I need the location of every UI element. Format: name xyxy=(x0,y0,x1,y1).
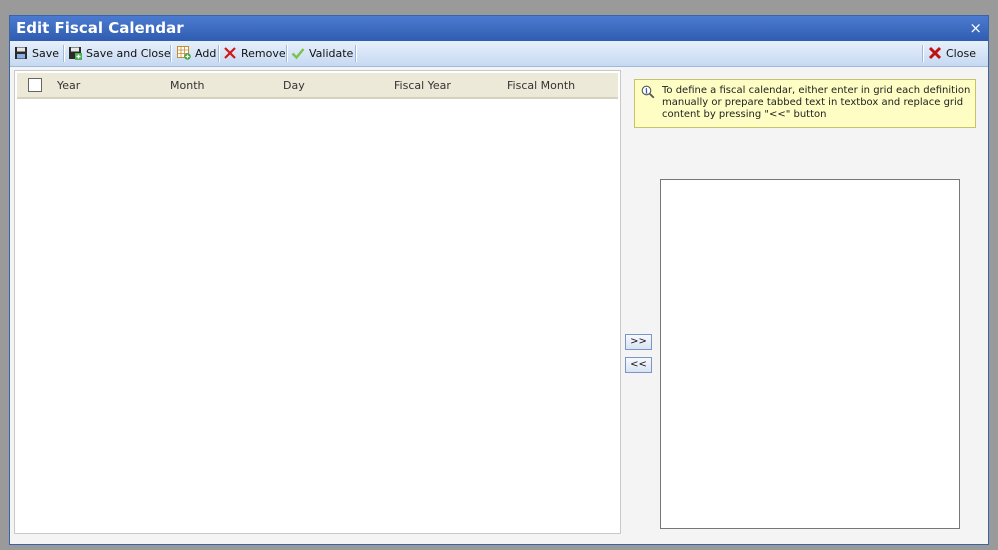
column-header-month[interactable]: Month xyxy=(170,79,204,92)
save-and-close-label: Save and Close xyxy=(86,46,171,60)
tabbed-text-textbox[interactable] xyxy=(660,179,960,529)
remove-label: Remove xyxy=(241,46,286,60)
toolbar: Save Save and Close Add Remove Validate … xyxy=(10,41,988,67)
grid-header: Year Month Day Fiscal Year Fiscal Month xyxy=(17,73,618,99)
close-x-icon xyxy=(928,46,942,60)
toolbar-separator xyxy=(922,45,924,62)
close-icon[interactable]: × xyxy=(969,19,982,37)
dialog-title-bar: Edit Fiscal Calendar × xyxy=(10,16,988,41)
floppy-disk-icon xyxy=(14,46,28,60)
remove-button[interactable]: Remove xyxy=(223,44,286,62)
save-and-close-icon xyxy=(68,46,82,60)
select-all-checkbox[interactable] xyxy=(28,78,42,92)
toolbar-separator xyxy=(218,45,220,62)
close-button[interactable]: Close xyxy=(928,44,976,62)
dialog-title: Edit Fiscal Calendar xyxy=(16,19,184,37)
column-header-fiscal-year[interactable]: Fiscal Year xyxy=(394,79,451,92)
validate-button[interactable]: Validate xyxy=(291,44,353,62)
copy-grid-to-text-button[interactable]: >> xyxy=(625,334,652,350)
add-label: Add xyxy=(195,46,217,60)
column-header-year[interactable]: Year xyxy=(57,79,80,92)
toolbar-separator xyxy=(355,45,357,62)
add-row-icon xyxy=(177,46,191,60)
checkmark-icon xyxy=(291,46,305,60)
remove-x-icon xyxy=(223,46,237,60)
save-label: Save xyxy=(32,46,60,60)
replace-grid-from-text-button[interactable]: << xyxy=(625,357,652,373)
edit-fiscal-calendar-dialog: Edit Fiscal Calendar × Save Save and Clo… xyxy=(9,15,989,545)
toolbar-separator xyxy=(63,45,65,62)
save-and-close-button[interactable]: Save and Close xyxy=(68,44,171,62)
column-header-day[interactable]: Day xyxy=(283,79,305,92)
toolbar-separator xyxy=(286,45,288,62)
close-label: Close xyxy=(946,46,976,60)
fiscal-calendar-grid: Year Month Day Fiscal Year Fiscal Month xyxy=(14,70,621,534)
validate-label: Validate xyxy=(309,46,354,60)
column-header-fiscal-month[interactable]: Fiscal Month xyxy=(507,79,575,92)
add-button[interactable]: Add xyxy=(177,44,216,62)
info-text: To define a fiscal calendar, either ente… xyxy=(662,85,971,120)
toolbar-separator xyxy=(170,45,172,62)
info-message: i To define a fiscal calendar, either en… xyxy=(634,79,976,128)
info-magnifier-icon: i xyxy=(641,85,655,99)
save-button[interactable]: Save xyxy=(14,44,59,62)
svg-text:i: i xyxy=(645,86,648,95)
